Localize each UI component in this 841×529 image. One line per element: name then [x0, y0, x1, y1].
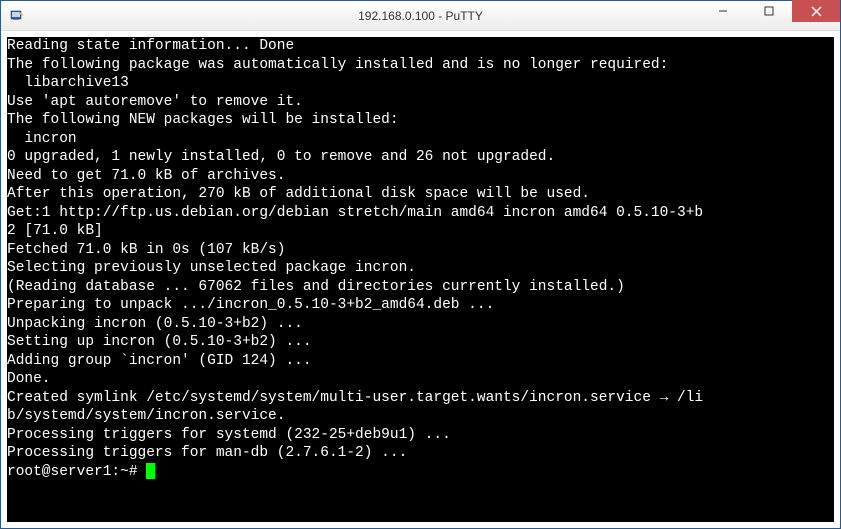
terminal-line: Created symlink /etc/systemd/system/mult…: [7, 389, 834, 408]
cursor: [146, 463, 155, 479]
terminal-line: Need to get 71.0 kB of archives.: [7, 167, 834, 186]
putty-icon: [9, 8, 25, 24]
putty-window: 192.168.0.100 - PuTTY Reading state info: [0, 0, 841, 529]
terminal-line: Setting up incron (0.5.10-3+b2) ...: [7, 333, 834, 352]
terminal-line: Unpacking incron (0.5.10-3+b2) ...: [7, 315, 834, 334]
terminal-line: incron: [7, 130, 834, 149]
window-controls: [700, 1, 840, 30]
terminal-line: The following package was automatically …: [7, 56, 834, 75]
maximize-button[interactable]: [746, 0, 792, 22]
terminal-line: Selecting previously unselected package …: [7, 259, 834, 278]
client-area: Reading state information... DoneThe fol…: [1, 31, 840, 528]
terminal-line: Adding group `incron' (GID 124) ...: [7, 352, 834, 371]
terminal-line: The following NEW packages will be insta…: [7, 111, 834, 130]
terminal-line: Preparing to unpack .../incron_0.5.10-3+…: [7, 296, 834, 315]
terminal-line: Processing triggers for systemd (232-25+…: [7, 426, 834, 445]
terminal-prompt-line: root@server1:~#: [7, 463, 834, 482]
terminal-line: libarchive13: [7, 74, 834, 93]
terminal-line: 0 upgraded, 1 newly installed, 0 to remo…: [7, 148, 834, 167]
titlebar[interactable]: 192.168.0.100 - PuTTY: [1, 1, 840, 31]
terminal-line: b/systemd/system/incron.service.: [7, 407, 834, 426]
terminal-line: (Reading database ... 67062 files and di…: [7, 278, 834, 297]
terminal-line: Get:1 http://ftp.us.debian.org/debian st…: [7, 204, 834, 223]
terminal-line: 2 [71.0 kB]: [7, 222, 834, 241]
terminal-line: Use 'apt autoremove' to remove it.: [7, 93, 834, 112]
close-icon: [811, 6, 822, 17]
terminal-line: Processing triggers for man-db (2.7.6.1-…: [7, 444, 834, 463]
maximize-icon: [764, 6, 774, 16]
terminal-line: Reading state information... Done: [7, 37, 834, 56]
terminal-line: After this operation, 270 kB of addition…: [7, 185, 834, 204]
prompt: root@server1:~#: [7, 464, 146, 480]
terminal-line: Fetched 71.0 kB in 0s (107 kB/s): [7, 241, 834, 260]
minimize-button[interactable]: [700, 0, 746, 22]
window-title: 192.168.0.100 - PuTTY: [358, 9, 483, 23]
minimize-icon: [718, 6, 728, 16]
close-button[interactable]: [792, 0, 840, 22]
terminal[interactable]: Reading state information... DoneThe fol…: [7, 37, 834, 522]
terminal-line: Done.: [7, 370, 834, 389]
